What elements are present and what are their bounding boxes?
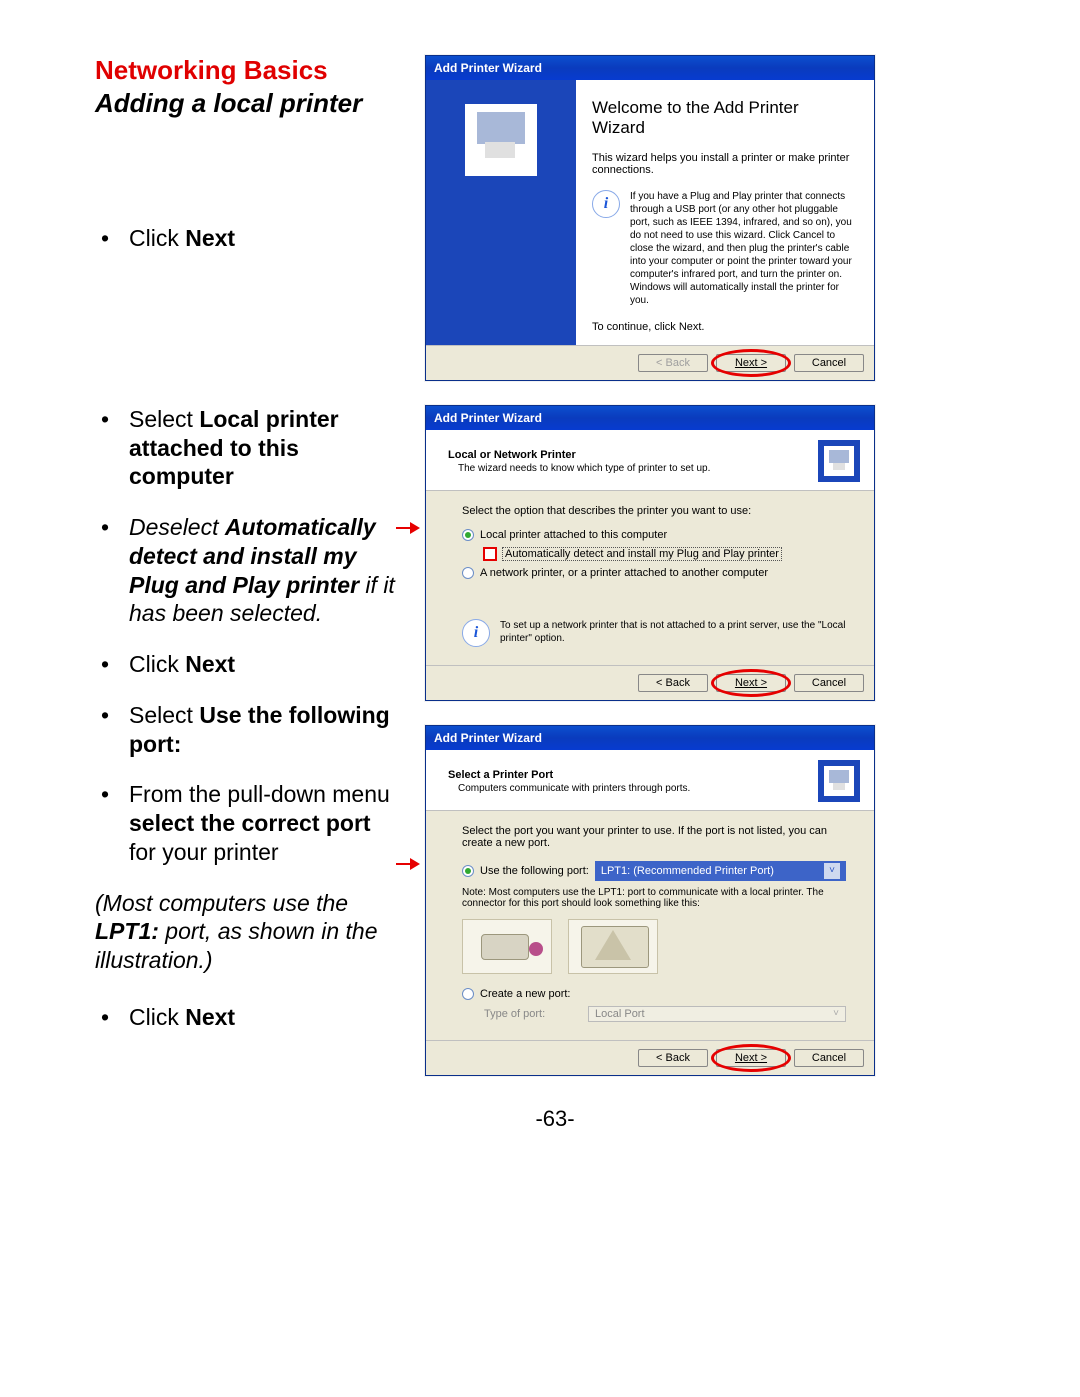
section-title: Networking Basics xyxy=(95,55,395,86)
step-subtitle: The wizard needs to know which type of p… xyxy=(458,463,818,474)
step-click-next-1: • Click Next xyxy=(95,224,395,253)
radio-create-new-port[interactable]: Create a new port: xyxy=(462,988,846,1000)
welcome-info-text: If you have a Plug and Play printer that… xyxy=(630,190,852,307)
radio-local-printer[interactable]: Local printer attached to this computer xyxy=(462,529,846,541)
printer-icon xyxy=(818,760,860,802)
printer-icon xyxy=(818,440,860,482)
option-prompt: Select the option that describes the pri… xyxy=(462,505,846,517)
step-title: Select a Printer Port xyxy=(448,769,818,781)
wizard-welcome: Add Printer Wizard Welcome to the Add Pr… xyxy=(425,55,875,381)
back-button[interactable]: < Back xyxy=(638,674,708,692)
step-deselect-auto-detect: • Deselect Automatically detect and inst… xyxy=(95,513,395,628)
radio-use-following-port[interactable]: Use the following port: LPT1: (Recommend… xyxy=(462,861,846,881)
step-subtitle: Computers communicate with printers thro… xyxy=(458,783,818,794)
radio-icon xyxy=(462,567,474,579)
welcome-desc: This wizard helps you install a printer … xyxy=(592,152,852,176)
welcome-heading: Welcome to the Add Printer Wizard xyxy=(592,98,852,138)
cancel-button[interactable]: Cancel xyxy=(794,1049,864,1067)
titlebar: Add Printer Wizard xyxy=(426,726,874,750)
radio-icon xyxy=(462,988,474,1000)
titlebar: Add Printer Wizard xyxy=(426,56,874,80)
next-button[interactable]: Next > xyxy=(716,1049,786,1067)
port-note: Note: Most computers use the LPT1: port … xyxy=(462,887,846,909)
checkbox-icon xyxy=(484,548,496,560)
step-title: Local or Network Printer xyxy=(448,449,818,461)
port-dropdown[interactable]: LPT1: (Recommended Printer Port) ˅ xyxy=(595,861,846,881)
network-tip: To set up a network printer that is not … xyxy=(500,619,846,647)
info-icon: i xyxy=(462,619,490,647)
continue-text: To continue, click Next. xyxy=(592,321,852,333)
subtitle: Adding a local printer xyxy=(95,88,395,119)
step-select-local-printer: • Select Local printer attached to this … xyxy=(95,405,395,491)
radio-icon xyxy=(462,865,474,877)
titlebar: Add Printer Wizard xyxy=(426,406,874,430)
lpt1-note: (Most computers use the LPT1: port, as s… xyxy=(95,889,395,975)
next-button[interactable]: Next > xyxy=(716,354,786,372)
checkbox-auto-detect[interactable]: Automatically detect and install my Plug… xyxy=(484,547,846,561)
printer-icon xyxy=(465,104,537,176)
highlight-arrow-icon xyxy=(396,857,422,871)
chevron-down-icon: ˅ xyxy=(833,1008,839,1020)
connector-diagram xyxy=(462,919,846,974)
back-button[interactable]: < Back xyxy=(638,1049,708,1067)
cancel-button[interactable]: Cancel xyxy=(794,354,864,372)
page-number: -63- xyxy=(95,1106,1015,1132)
cancel-button[interactable]: Cancel xyxy=(794,674,864,692)
wizard-side-art xyxy=(426,80,576,345)
info-icon: i xyxy=(592,190,620,218)
wizard-select-port: Add Printer Wizard Select a Printer Port… xyxy=(425,725,875,1076)
step-click-next-3: • Click Next xyxy=(95,1003,395,1032)
step-select-use-port: • Select Use the following port: xyxy=(95,701,395,759)
radio-icon xyxy=(462,529,474,541)
back-button: < Back xyxy=(638,354,708,372)
radio-network-printer[interactable]: A network printer, or a printer attached… xyxy=(462,567,846,579)
next-button[interactable]: Next > xyxy=(716,674,786,692)
connector-diagram-icon xyxy=(568,919,658,974)
step-select-correct-port: • From the pull-down menu select the cor… xyxy=(95,780,395,866)
printer-diagram-icon xyxy=(462,919,552,974)
port-type-dropdown: Local Port ˅ xyxy=(588,1006,846,1022)
chevron-down-icon: ˅ xyxy=(824,863,840,879)
wizard-local-or-network: Add Printer Wizard Local or Network Prin… xyxy=(425,405,875,701)
type-of-port-label: Type of port: xyxy=(484,1008,578,1020)
port-prompt: Select the port you want your printer to… xyxy=(462,825,846,849)
step-click-next-2: • Click Next xyxy=(95,650,395,679)
highlight-arrow-icon xyxy=(396,521,422,535)
